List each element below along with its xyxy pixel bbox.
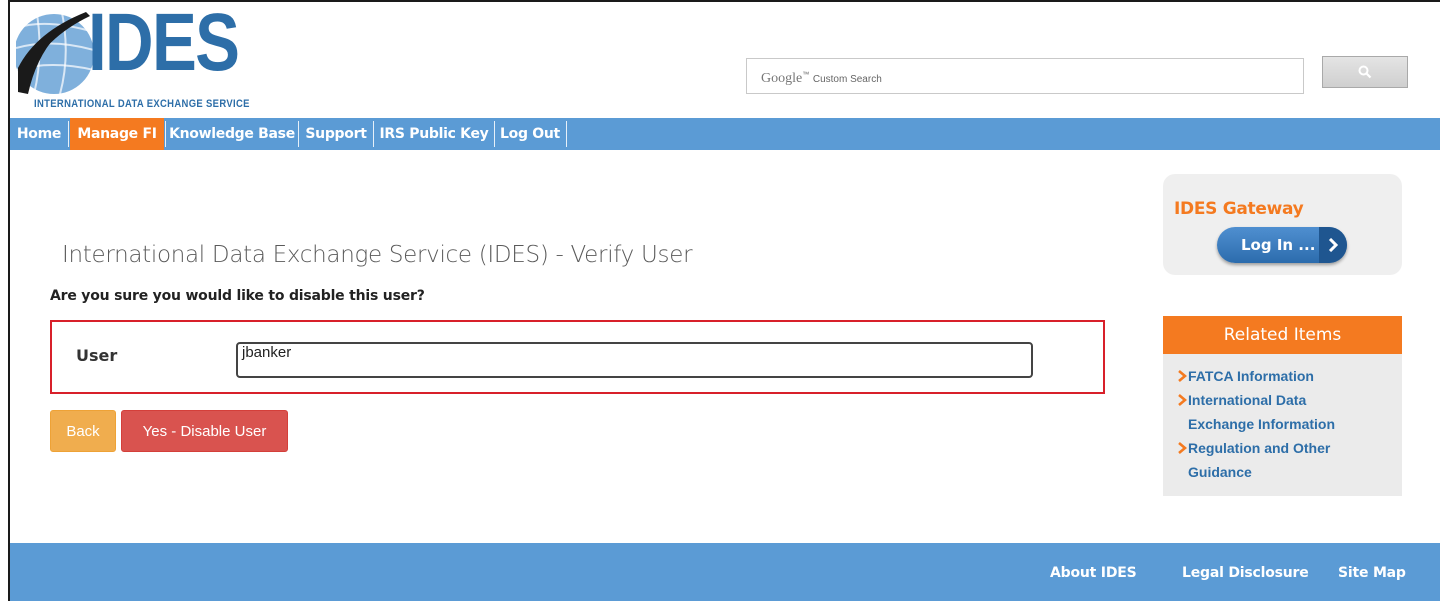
back-button[interactable]: Back — [50, 410, 116, 452]
footer-link-about[interactable]: About IDES — [1050, 565, 1137, 581]
gateway-title: IDES Gateway — [1174, 199, 1304, 219]
related-link-regulation[interactable]: Regulation and Other Guidance — [1188, 436, 1330, 484]
nav-log-out[interactable]: Log Out — [495, 118, 565, 150]
search-placeholder: Google™ Custom Search — [761, 71, 882, 86]
nav-separator — [68, 121, 69, 147]
chevron-right-icon — [1178, 394, 1187, 406]
chevron-right-icon — [1178, 442, 1187, 454]
login-button[interactable]: Log In ... — [1217, 227, 1347, 263]
search-icon — [1358, 65, 1372, 79]
page-title: International Data Exchange Service (IDE… — [62, 242, 693, 268]
nav-manage-fi[interactable]: Manage FI — [70, 118, 164, 150]
nav-separator — [566, 121, 567, 147]
ides-logo[interactable]: IDES INTERNATIONAL DATA EXCHANGE SERVICE — [16, 2, 256, 114]
related-link-ides-info[interactable]: International Data Exchange Information — [1188, 388, 1335, 436]
user-field[interactable]: jbanker — [236, 342, 1033, 378]
logo-wordmark: IDES — [88, 0, 240, 88]
chevron-right-icon — [1178, 370, 1187, 382]
nav-knowledge-base[interactable]: Knowledge Base — [166, 118, 298, 150]
related-link-fatca[interactable]: FATCA Information — [1188, 364, 1314, 388]
logo-subtitle: INTERNATIONAL DATA EXCHANGE SERVICE — [34, 98, 250, 110]
search-button[interactable] — [1322, 56, 1408, 88]
related-items-header: Related Items — [1163, 316, 1402, 354]
nav-home[interactable]: Home — [10, 118, 68, 150]
chevron-right-icon — [1319, 227, 1347, 263]
footer-link-legal[interactable]: Legal Disclosure — [1182, 565, 1309, 581]
globe-icon — [16, 8, 94, 94]
window-frame-left — [8, 0, 10, 601]
confirm-question: Are you sure you would like to disable t… — [50, 288, 425, 304]
nav-support[interactable]: Support — [299, 118, 373, 150]
search-input[interactable]: Google™ Custom Search — [746, 58, 1304, 94]
login-button-label: Log In ... — [1241, 236, 1316, 254]
main-nav: Home Manage FI Knowledge Base Support IR… — [10, 118, 1440, 150]
footer-link-sitemap[interactable]: Site Map — [1338, 565, 1406, 581]
user-label: User — [76, 346, 118, 365]
disable-user-button[interactable]: Yes - Disable User — [121, 410, 288, 452]
user-field-value: jbanker — [242, 344, 292, 361]
nav-irs-public-key[interactable]: IRS Public Key — [374, 118, 494, 150]
